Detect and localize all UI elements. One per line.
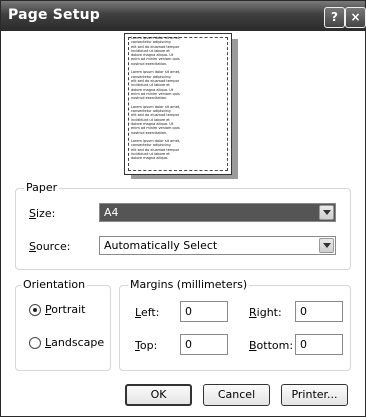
size-select[interactable]: A4 xyxy=(99,203,336,222)
bottom-margin-label: Bottom: xyxy=(249,339,294,352)
top-margin-value: 0 xyxy=(185,338,192,351)
close-button[interactable]: × xyxy=(345,7,366,28)
paper-group xyxy=(15,188,351,270)
preview-sample-text: Lorem ipsum dolor sit amet, consectetur … xyxy=(131,36,181,161)
orientation-group xyxy=(15,285,111,371)
portrait-radio[interactable] xyxy=(29,304,41,316)
bottom-margin-value: 0 xyxy=(300,338,307,351)
right-margin-label: Right: xyxy=(249,306,282,319)
source-label: Source: xyxy=(29,240,71,253)
right-margin-value: 0 xyxy=(300,305,307,318)
landscape-radio[interactable] xyxy=(29,337,41,349)
left-margin-value: 0 xyxy=(185,305,192,318)
help-button[interactable]: ? xyxy=(324,7,345,28)
top-margin-input[interactable]: 0 xyxy=(180,334,228,355)
size-value: A4 xyxy=(104,206,119,219)
window-title: Page Setup xyxy=(8,7,100,23)
paper-group-label: Paper xyxy=(24,181,60,194)
page-setup-dialog: Page Setup ? × Lorem ipsum dolor sit ame… xyxy=(0,0,366,417)
radio-selected-dot xyxy=(33,308,37,312)
orientation-group-label: Orientation xyxy=(21,278,88,291)
left-margin-label: Left: xyxy=(135,306,160,319)
right-margin-input[interactable]: 0 xyxy=(295,301,343,322)
chevron-down-icon xyxy=(323,210,331,215)
source-value: Automatically Select xyxy=(104,239,218,252)
margins-group-label: Margins (millimeters) xyxy=(128,278,250,291)
cancel-button[interactable]: Cancel xyxy=(203,384,270,406)
page-preview: Lorem ipsum dolor sit amet, consectetur … xyxy=(124,33,232,175)
size-label: Size: xyxy=(29,207,56,220)
chevron-down-icon xyxy=(323,243,331,248)
left-margin-input[interactable]: 0 xyxy=(180,301,228,322)
size-dropdown-button[interactable] xyxy=(319,205,334,220)
source-dropdown-button[interactable] xyxy=(319,238,334,253)
title-bar[interactable]: Page Setup ? × xyxy=(1,1,366,31)
printer-button[interactable]: Printer... xyxy=(281,384,348,406)
source-select[interactable]: Automatically Select xyxy=(99,236,336,255)
portrait-label[interactable]: Portrait xyxy=(45,303,85,316)
landscape-label[interactable]: Landscape xyxy=(45,336,104,349)
ok-button[interactable]: OK xyxy=(125,384,192,406)
margins-group xyxy=(119,285,351,371)
top-margin-label: Top: xyxy=(135,339,158,352)
bottom-margin-input[interactable]: 0 xyxy=(295,334,343,355)
